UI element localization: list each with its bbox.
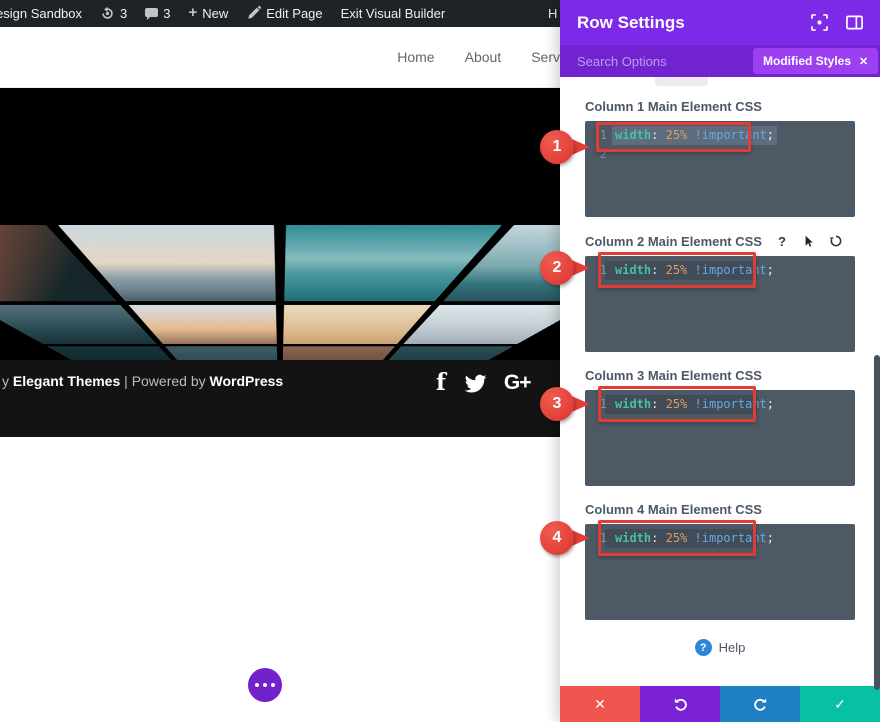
comments-icon <box>145 8 158 17</box>
collage-photo <box>283 346 396 360</box>
credit-powered-by: Powered by <box>132 373 210 389</box>
dot <box>255 683 259 687</box>
check-icon: ✓ <box>834 696 846 713</box>
css-code-line: width: 25% !important; <box>615 395 774 414</box>
undo-icon <box>673 697 688 712</box>
edit-page-label: Edit Page <box>266 6 322 21</box>
site-nav: Home About Serv <box>0 27 560 88</box>
line-number: 1 <box>585 529 607 548</box>
filter-badge-close-icon[interactable]: ✕ <box>859 55 868 68</box>
social-links: f G+ <box>436 369 531 396</box>
updates-icon <box>100 6 115 21</box>
discard-button[interactable]: ✕ <box>560 686 640 722</box>
redo-button[interactable] <box>720 686 800 722</box>
panel-header: Row Settings <box>560 0 880 45</box>
page-settings-toggle-button[interactable] <box>248 668 282 702</box>
photo-collage <box>0 225 560 360</box>
credit-prefix: y <box>2 373 13 389</box>
row-settings-panel: Row Settings Modified Styles ✕ Column 1 … <box>560 0 880 722</box>
panel-title: Row Settings <box>577 13 793 33</box>
hero-section <box>0 88 560 360</box>
scrolled-element-stub <box>655 77 708 86</box>
collage-photo <box>403 305 560 344</box>
scrollbar-thumb[interactable] <box>874 355 880 690</box>
comments-count: 3 <box>163 6 170 21</box>
nav-item-about[interactable]: About <box>465 49 502 65</box>
column-2-css-label: Column 2 Main Element CSS <box>585 234 762 249</box>
dot <box>271 683 275 687</box>
panel-body: Column 1 Main Element CSS 1 width: 25% !… <box>560 77 880 686</box>
css-code-line: width: 25% !important; <box>615 529 774 548</box>
credit-wordpress[interactable]: WordPress <box>210 373 284 389</box>
column-1-css-label: Column 1 Main Element CSS <box>585 99 762 114</box>
modified-styles-filter-badge[interactable]: Modified Styles ✕ <box>753 48 878 74</box>
column-4-css-label: Column 4 Main Element CSS <box>585 502 762 517</box>
admin-bar-exit-visual-builder[interactable]: Exit Visual Builder <box>332 0 455 27</box>
admin-bar-new[interactable]: + New <box>179 0 237 27</box>
section-column-2-css: Column 2 Main Element CSS ? 1 width: 25%… <box>585 233 855 352</box>
nav-item-home[interactable]: Home <box>397 49 434 65</box>
updates-count: 3 <box>120 6 127 21</box>
close-icon: ✕ <box>594 696 606 713</box>
column-3-css-editor[interactable]: 1 width: 25% !important; <box>585 390 855 486</box>
column-2-css-editor[interactable]: 1 width: 25% !important; <box>585 256 855 352</box>
panel-scrollbar <box>874 77 880 686</box>
admin-bar-howdy[interactable]: H <box>548 6 557 21</box>
column-1-css-editor[interactable]: 1 width: 25% !important; 2 <box>585 121 855 217</box>
twitter-icon[interactable] <box>463 372 487 396</box>
section-column-4-css: Column 4 Main Element CSS 1 width: 25% !… <box>585 501 855 620</box>
collage-photo <box>165 346 278 360</box>
new-label: New <box>202 6 228 21</box>
screenshot-root: esign Sandbox 3 3 + New Edit Page Exit V… <box>0 0 880 722</box>
css-code-line: width: 25% !important; <box>615 261 774 280</box>
admin-bar-edit-page[interactable]: Edit Page <box>237 0 331 27</box>
column-4-css-editor[interactable]: 1 width: 25% !important; <box>585 524 855 620</box>
undo-button[interactable] <box>640 686 720 722</box>
footer-credit: y Elegant Themes | Powered by WordPress <box>2 373 283 389</box>
panel-layout-icon[interactable] <box>846 14 863 31</box>
panel-search-bar: Modified Styles ✕ <box>560 45 880 77</box>
section-column-1-css: Column 1 Main Element CSS 1 width: 25% !… <box>585 98 855 217</box>
dot <box>263 683 267 687</box>
help-link[interactable]: ? Help <box>560 639 880 656</box>
google-plus-icon[interactable]: G+ <box>504 371 531 395</box>
pointer-icon[interactable] <box>802 234 816 248</box>
pencil-icon <box>246 6 261 21</box>
help-circle-icon: ? <box>695 639 712 656</box>
line-number: 2 <box>585 145 607 164</box>
plus-icon: + <box>188 4 197 21</box>
line-number: 1 <box>585 395 607 414</box>
focus-mode-icon[interactable] <box>811 14 828 31</box>
credit-elegant-themes[interactable]: Elegant Themes <box>13 373 120 389</box>
save-button[interactable]: ✓ <box>800 686 880 722</box>
section-column-3-css: Column 3 Main Element CSS 1 width: 25% !… <box>585 367 855 486</box>
column-3-css-label: Column 3 Main Element CSS <box>585 368 762 383</box>
admin-bar-comments[interactable]: 3 <box>136 0 179 27</box>
css-code-line: width: 25% !important; <box>612 126 777 145</box>
line-number: 1 <box>585 261 607 280</box>
help-icon[interactable]: ? <box>775 234 789 248</box>
admin-bar-updates[interactable]: 3 <box>91 0 136 27</box>
reset-icon[interactable] <box>829 234 843 248</box>
collage-photo <box>379 346 513 360</box>
search-options-input[interactable] <box>577 54 753 69</box>
nav-item-services[interactable]: Serv <box>531 49 560 65</box>
filter-badge-label: Modified Styles <box>763 54 851 68</box>
help-label: Help <box>719 640 746 655</box>
site-footer: y Elegant Themes | Powered by WordPress … <box>0 360 560 437</box>
panel-footer: ✕ ✓ <box>560 686 880 722</box>
credit-separator: | <box>120 373 131 389</box>
redo-icon <box>753 697 768 712</box>
collage-photo <box>47 346 181 360</box>
admin-bar-site-name[interactable]: esign Sandbox <box>0 0 91 27</box>
facebook-icon[interactable]: f <box>436 369 446 396</box>
line-number: 1 <box>585 126 607 145</box>
